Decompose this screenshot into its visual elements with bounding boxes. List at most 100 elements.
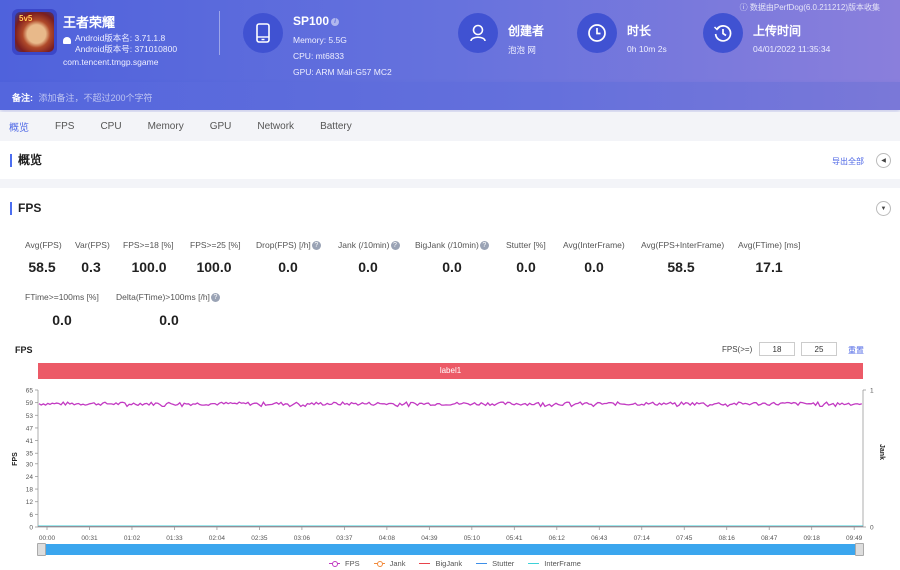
package-name: com.tencent.tmgp.sgame	[63, 57, 159, 67]
threshold-label: FPS(>=)	[722, 345, 753, 354]
app-name: 王者荣耀	[63, 15, 116, 30]
metric-label: Avg(FPS+InterFrame)	[641, 240, 724, 250]
metric-value: 0.0	[278, 259, 298, 275]
device-memory: Memory: 5.5G	[293, 35, 347, 45]
metric-value: 100.0	[196, 259, 232, 275]
reset-button[interactable]: 重置	[848, 345, 864, 356]
label-band[interactable]: label1	[38, 363, 863, 379]
metric-label: BigJank (/10min)?	[415, 240, 489, 251]
app-icon-image: 5v5	[15, 12, 54, 52]
chart-title: FPS	[15, 345, 33, 355]
help-icon[interactable]: ?	[479, 241, 489, 251]
metric-label: FPS>=25 [%]	[190, 240, 241, 250]
metric-label-text: Drop(FPS) [/h]	[256, 240, 311, 250]
collapse-sidebar-button[interactable]: ◀	[876, 153, 891, 168]
help-icon[interactable]: ?	[390, 241, 400, 251]
tab-overview[interactable]: 概览	[9, 119, 29, 134]
metric-label-text: Delta(FTime)>100ms [/h]	[116, 292, 210, 302]
metric-value: 0.0	[584, 259, 604, 275]
metric-value: 0.0	[358, 259, 378, 275]
upload-title: 上传时间	[753, 24, 802, 38]
legend-swatch	[373, 561, 385, 566]
android-icon	[63, 37, 71, 44]
legend-label: Stutter	[492, 559, 515, 568]
metric-label-text: Stutter [%]	[506, 240, 546, 250]
metric-label: Stutter [%]	[506, 240, 546, 250]
user-icon	[458, 13, 498, 53]
metric-label: FPS>=18 [%]	[123, 240, 174, 250]
legend-item-bigjank[interactable]: BigJank	[419, 559, 462, 568]
legend-label: BigJank	[435, 559, 463, 568]
tab-memory[interactable]: Memory	[148, 121, 184, 132]
caret-left-icon: ◀	[881, 158, 886, 164]
metric-label: Jank (/10min)?	[338, 240, 400, 251]
duration-title: 时长	[627, 24, 652, 38]
tab-bar: 概览 FPS CPU Memory GPU Network Battery	[0, 112, 900, 140]
threshold-input-2[interactable]	[801, 342, 837, 356]
phone-icon	[243, 13, 283, 53]
upload-value: 04/01/2022 11:35:34	[753, 44, 831, 54]
tab-fps[interactable]: FPS	[55, 121, 74, 132]
chart-legend: FPS Jank BigJank Stutter InterFrame	[0, 559, 900, 568]
time-range-slider[interactable]	[37, 543, 864, 556]
note-bar[interactable]: 备注: 添加备注，不超过200个字符	[0, 82, 900, 110]
metric-label: Var(FPS)	[75, 240, 110, 250]
note-input[interactable]: 添加备注，不超过200个字符	[39, 93, 153, 103]
legend-label: FPS	[345, 559, 360, 568]
legend-label: Jank	[389, 559, 406, 568]
metric-value: 0.0	[52, 312, 72, 328]
slider-handle-left[interactable]	[37, 543, 46, 556]
app-icon-badge: 5v5	[19, 14, 33, 23]
tab-battery[interactable]: Battery	[320, 121, 352, 132]
legend-item-interframe[interactable]: InterFrame	[528, 559, 581, 568]
info-circle-icon: ⓘ	[739, 3, 750, 12]
tab-cpu[interactable]: CPU	[100, 121, 121, 132]
android-version-code: Android版本号: 371010800	[75, 44, 178, 54]
creator-value: 泡泡 网	[508, 45, 536, 55]
help-icon[interactable]: ?	[210, 293, 220, 303]
legend-item-stutter[interactable]: Stutter	[476, 559, 514, 568]
metric-label-text: FPS>=25 [%]	[190, 240, 241, 250]
metric-label-text: Avg(FPS+InterFrame)	[641, 240, 725, 250]
header-divider	[219, 11, 220, 55]
legend-item-fps[interactable]: FPS	[329, 559, 360, 568]
creator-title: 创建者	[508, 24, 545, 38]
note-label: 备注:	[12, 93, 33, 103]
metric-value: 0.0	[516, 259, 536, 275]
tab-network[interactable]: Network	[257, 121, 294, 132]
threshold-input-1[interactable]	[759, 342, 795, 356]
metric-value: 0.0	[442, 259, 462, 275]
metric-value: 58.5	[667, 259, 695, 275]
metric-value: 0.3	[81, 259, 101, 275]
app-icon: 5v5	[12, 9, 57, 55]
metric-value: 17.1	[755, 259, 783, 275]
legend-item-jank[interactable]: Jank	[373, 559, 406, 568]
collapse-fps-button[interactable]: ▼	[876, 201, 891, 216]
clock-icon	[577, 13, 617, 53]
metric-label-text: Avg(InterFrame)	[563, 240, 625, 250]
metric-label: Drop(FPS) [/h]?	[256, 240, 321, 251]
metric-label-text: Avg(FTime) [ms]	[738, 240, 801, 250]
caret-down-icon: ▼	[880, 205, 887, 212]
metric-label-text: BigJank (/10min)	[415, 240, 479, 250]
export-all-link[interactable]: 导出全部	[832, 156, 864, 167]
history-icon	[703, 13, 743, 53]
tab-gpu[interactable]: GPU	[210, 121, 232, 132]
metric-label-text: FPS>=18 [%]	[123, 240, 174, 250]
metric-label-text: Var(FPS)	[75, 240, 110, 250]
legend-swatch	[419, 562, 431, 565]
metric-label: Avg(FTime) [ms]	[738, 240, 800, 250]
device-info-icon[interactable]: i	[331, 17, 340, 26]
report-header: 5v5 王者荣耀 Android版本名: 3.71.1.8 Android版本号…	[0, 0, 900, 82]
overview-card: 概览 导出全部 ◀	[0, 141, 900, 179]
help-icon[interactable]: ?	[311, 241, 321, 251]
slider-handle-right[interactable]	[855, 543, 864, 556]
device-name: SP100 i	[293, 14, 340, 28]
metric-label: Avg(FPS)	[25, 240, 62, 250]
metric-label: Delta(FTime)>100ms [/h]?	[116, 292, 220, 303]
collected-by: ⓘ 数据由PerfDog(6.0.211212)版本收集	[740, 2, 880, 13]
legend-swatch	[476, 562, 488, 565]
duration-value: 0h 10m 2s	[627, 44, 667, 54]
collected-by-text: 数据由PerfDog(6.0.211212)版本收集	[749, 3, 880, 12]
legend-swatch	[329, 561, 341, 566]
